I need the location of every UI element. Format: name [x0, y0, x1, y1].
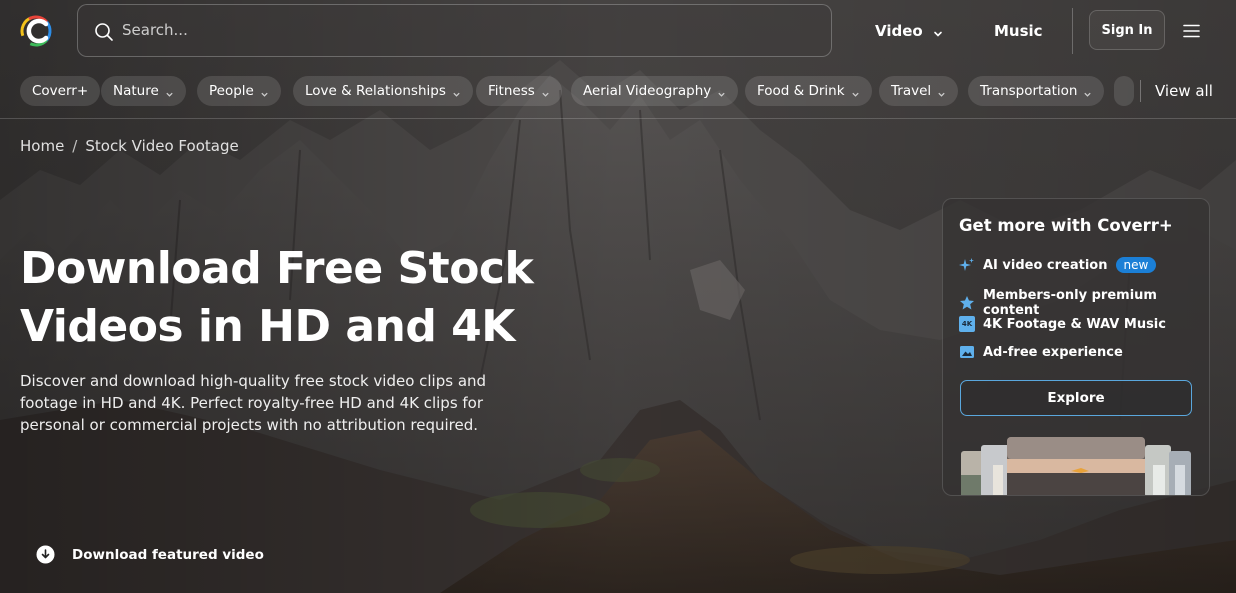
new-badge: new	[1115, 257, 1157, 273]
sign-in-button[interactable]: Sign In	[1089, 10, 1165, 50]
chevron-down-icon	[937, 87, 946, 97]
panel-title: Get more with Coverr+	[959, 216, 1173, 235]
category-chip-label: Aerial Videography	[583, 83, 712, 99]
category-chip-people[interactable]: People	[197, 76, 281, 106]
view-all-link[interactable]: View all	[1155, 82, 1213, 100]
search-bar[interactable]: Search...	[77, 4, 832, 57]
feature-label: 4K Footage & WAV Music	[983, 316, 1166, 332]
search-input[interactable]: Search...	[122, 21, 188, 39]
page-title-line: Download Free Stock	[20, 243, 534, 294]
category-chip-coverr-plus[interactable]: Coverr+	[20, 76, 101, 106]
chevron-down-icon	[851, 87, 860, 97]
category-chip-transportation[interactable]: Transportation	[968, 76, 1105, 106]
category-chip-love-relationships[interactable]: Love & Relationships	[293, 76, 473, 106]
category-chip-label: Nature	[113, 83, 159, 99]
category-chip-label: Love & Relationships	[305, 83, 446, 99]
category-chip-nature[interactable]: Nature	[101, 76, 186, 106]
page-title-line: Videos in HD and 4K	[20, 301, 515, 352]
category-chip-label: People	[209, 83, 254, 99]
category-chip-label: Food & Drink	[757, 83, 845, 99]
sparkles-icon	[959, 257, 975, 273]
feature-premium-content: Members-only premium content	[959, 288, 1209, 318]
category-chip-label: Transportation	[980, 83, 1078, 99]
search-icon	[94, 22, 114, 42]
feature-label: Ad-free experience	[983, 344, 1123, 360]
feature-ad-free: Ad-free experience	[959, 344, 1123, 360]
menu-icon[interactable]	[1183, 23, 1200, 38]
category-divider	[1140, 80, 1141, 102]
star-badge-icon	[959, 295, 975, 311]
chevron-down-icon	[541, 87, 550, 97]
image-icon	[959, 344, 975, 360]
download-featured-label: Download featured video	[72, 546, 264, 563]
feature-label: Members-only premium content	[983, 288, 1157, 318]
chevron-down-icon	[1083, 87, 1092, 97]
category-chip-aerial-videography[interactable]: Aerial Videography	[571, 76, 739, 106]
category-bar: Coverr+ Nature People Love & Relationshi…	[0, 62, 1236, 119]
page-title: Download Free Stock Videos in HD and 4K	[20, 240, 540, 356]
header-divider	[1072, 8, 1073, 54]
feature-label: AI video creation	[983, 257, 1108, 273]
breadcrumb: Home / Stock Video Footage	[20, 137, 239, 155]
coverr-plus-panel: Get more with Coverr+ AI video creation …	[942, 198, 1210, 496]
feature-ai-video: AI video creation new	[959, 257, 1157, 273]
preview-thumbnails	[943, 435, 1209, 495]
hero-description: Discover and download high-quality free …	[20, 372, 487, 434]
explore-button[interactable]: Explore	[960, 380, 1192, 416]
4k-icon: 4K	[959, 316, 975, 332]
nav-video[interactable]: Video	[875, 22, 923, 40]
category-chip-label: Fitness	[488, 83, 535, 99]
category-chip-label: Travel	[891, 83, 932, 99]
chevron-down-icon[interactable]	[933, 24, 943, 37]
4k-icon-text: 4K	[961, 320, 973, 328]
chevron-down-icon	[165, 87, 174, 97]
feature-4k-footage: 4K 4K Footage & WAV Music	[959, 316, 1166, 332]
top-header: Search... Video Music Sign In	[0, 0, 1236, 62]
chevron-down-icon	[717, 87, 726, 97]
download-icon	[36, 545, 55, 564]
category-chip-partial[interactable]	[1114, 76, 1134, 106]
nav-music[interactable]: Music	[994, 22, 1043, 40]
download-featured-button[interactable]: Download featured video	[36, 545, 264, 564]
category-chip-travel[interactable]: Travel	[879, 76, 959, 106]
category-chip-food-drink[interactable]: Food & Drink	[745, 76, 872, 106]
chevron-down-icon	[260, 87, 269, 97]
breadcrumb-separator: /	[72, 137, 78, 155]
breadcrumb-home-link[interactable]: Home	[20, 137, 64, 155]
category-chip-fitness[interactable]: Fitness	[476, 76, 562, 106]
chevron-down-icon	[452, 87, 461, 97]
coverr-logo-icon[interactable]	[20, 15, 54, 47]
breadcrumb-current: Stock Video Footage	[85, 137, 239, 155]
category-chip-label: Coverr+	[32, 83, 89, 99]
